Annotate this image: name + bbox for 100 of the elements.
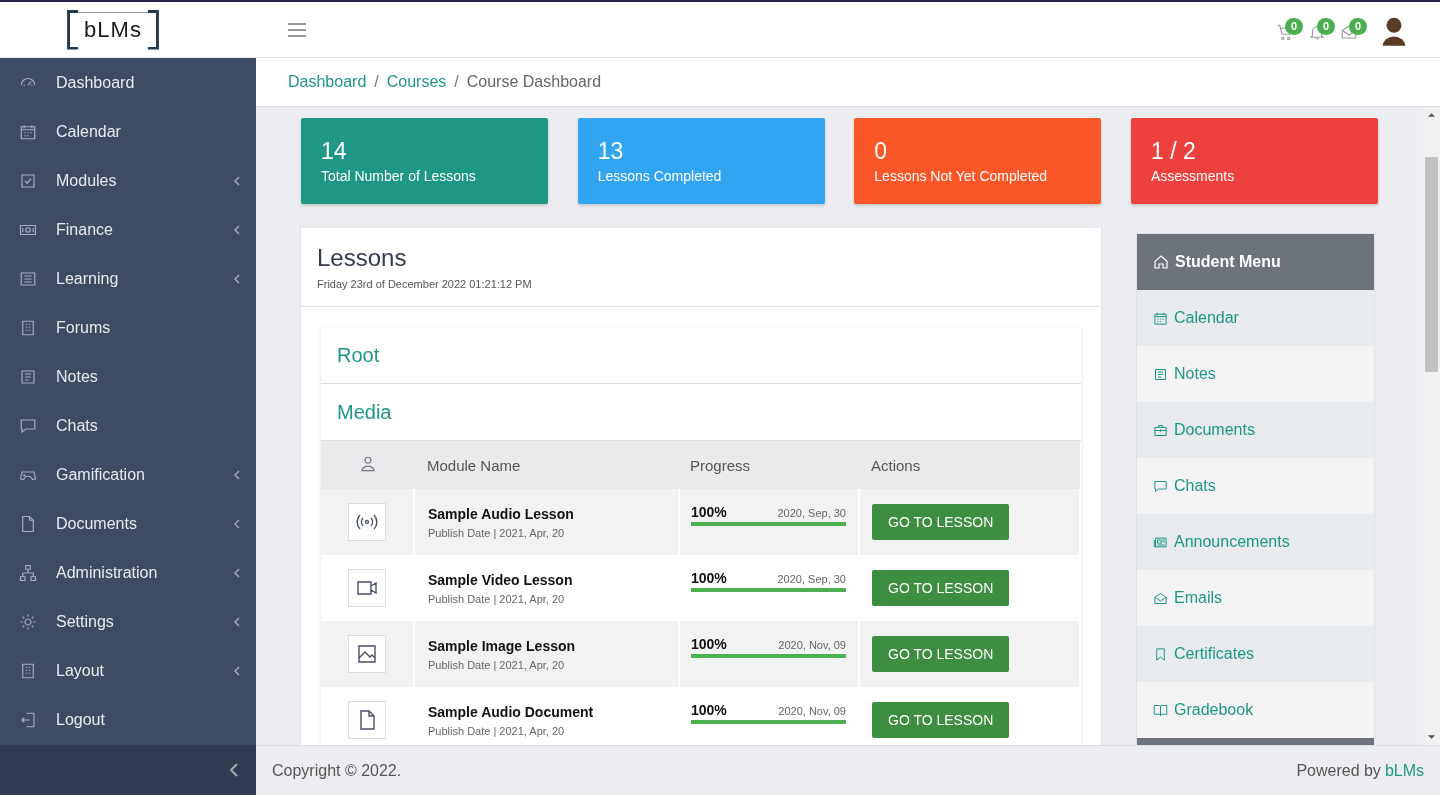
home-icon [1153,254,1169,270]
progress-percent: 100% [691,636,727,652]
student-menu-item[interactable]: Documents [1137,402,1374,458]
notification-badge: 0 [1317,17,1336,35]
publish-date: Publish Date | 2021, Apr, 20 [428,724,566,737]
breadcrumb-link[interactable]: Dashboard [288,73,367,91]
calendar-icon [1153,310,1168,326]
breadcrumb-current: Course Dashboard [466,73,602,91]
breadcrumb-link[interactable]: Courses [386,73,447,91]
sidebar-item[interactable]: Learning [0,254,256,303]
note-icon [1153,366,1168,382]
sidebar-item[interactable]: Gamification [0,450,256,499]
collapse-icon[interactable] [230,763,238,777]
building-icon [19,661,37,680]
stat-label: Total Number of Lessons [321,168,477,184]
caret-icon [234,175,240,186]
stat-value: 13 [597,138,625,164]
card-title: Lessons [317,244,408,272]
scroll-down-icon[interactable] [1427,734,1436,740]
caret-icon [234,518,240,529]
sidebar-item[interactable]: Dashboard [0,58,256,107]
column-header: Progress [690,456,751,474]
progress-date: 2020, Nov, 09 [778,705,846,717]
sidebar-item[interactable]: Settings [0,597,256,646]
lesson-name: Sample Audio Document [428,703,595,720]
notification-badge: 0 [1349,17,1368,35]
breadcrumb-separator: / [374,73,379,91]
lesson-name: Sample Audio Lesson [428,505,575,522]
image-icon [355,642,379,666]
notification-badge: 0 [1285,17,1304,35]
chat-icon [19,416,37,435]
caret-icon [234,224,240,235]
sidebar-item[interactable]: Forums [0,303,256,352]
note-icon [19,367,37,386]
brand-link[interactable]: bLMs [1384,761,1424,780]
bookmark-icon [1153,646,1168,662]
briefcase-icon [1153,422,1168,438]
caret-icon [234,273,240,284]
stat-label: Assessments [1150,168,1236,184]
logout-icon [19,710,37,729]
go-to-lesson-button[interactable]: GO TO LESSON [872,570,1010,606]
caret-icon [234,616,240,627]
student-menu-item[interactable]: Announcements [1137,514,1374,570]
go-to-lesson-button[interactable]: GO TO LESSON [872,636,1010,672]
menu-title: Student Menu [1175,253,1281,271]
progress-percent: 100% [691,702,727,718]
powered-by-text: Powered by [1296,761,1381,780]
user-icon [358,454,377,473]
menu-icon[interactable] [288,22,306,37]
sidebar-item[interactable]: Chats [0,401,256,450]
chat-icon [1153,478,1168,494]
book-icon [1153,702,1168,718]
scroll-up-icon[interactable] [1427,112,1436,118]
stat-label: Lessons Not Yet Completed [874,168,1049,184]
sidebar-item[interactable]: Calendar [0,107,256,156]
stat-value: 0 [874,138,889,164]
lesson-name: Sample Video Lesson [428,571,574,588]
progress-date: 2020, Sep, 30 [777,573,846,585]
list-icon [19,269,37,288]
student-menu-item[interactable]: Emails [1137,570,1374,626]
building-icon [19,318,37,337]
stat-value: 14 [321,138,348,164]
sidebar-item[interactable]: Finance [0,205,256,254]
student-menu-item[interactable]: Notes [1137,346,1374,402]
sidebar-item[interactable]: Layout [0,646,256,695]
column-header: Actions [871,456,921,474]
sidebar-item[interactable]: Modules [0,156,256,205]
scrollbar[interactable] [1423,107,1440,745]
logo[interactable]: bLMs [67,9,159,50]
caret-icon [234,665,240,676]
student-menu-item[interactable]: Chats [1137,458,1374,514]
stat-label: Lessons Completed [597,168,723,184]
go-to-lesson-button[interactable]: GO TO LESSON [872,504,1010,540]
newspaper-icon [1153,534,1168,550]
publish-date: Publish Date | 2021, Apr, 20 [428,526,566,539]
caret-icon [234,469,240,480]
calendar-icon [19,122,37,141]
section-heading[interactable]: Root [321,327,1081,384]
progress-date: 2020, Nov, 09 [778,639,846,651]
student-menu-item[interactable]: Calendar [1137,290,1374,346]
student-menu-item[interactable]: Gradebook [1137,682,1374,738]
go-to-lesson-button[interactable]: GO TO LESSON [872,702,1010,738]
publish-date: Publish Date | 2021, Apr, 20 [428,592,566,605]
file-icon [19,514,37,533]
lesson-name: Sample Image Lesson [428,637,577,654]
sidebar-item[interactable]: Administration [0,548,256,597]
sidebar-item[interactable]: Notes [0,352,256,401]
settings-icon [19,612,37,631]
progress-date: 2020, Sep, 30 [777,507,846,519]
publish-date: Publish Date | 2021, Apr, 20 [428,658,566,671]
checkbox-icon [19,171,37,190]
timestamp: Friday 23rd of December 2022 01:21:12 PM [317,278,533,290]
student-menu-item[interactable]: Certificates [1137,626,1374,682]
caret-icon [234,567,240,578]
sidebar-item[interactable]: Documents [0,499,256,548]
envelope-icon [1153,590,1168,606]
sidebar-item[interactable]: Logout [0,695,256,744]
stat-value: 1 / 2 [1150,138,1197,164]
copyright-text: Copyright © 2022. [272,761,402,780]
progress-percent: 100% [691,570,727,586]
